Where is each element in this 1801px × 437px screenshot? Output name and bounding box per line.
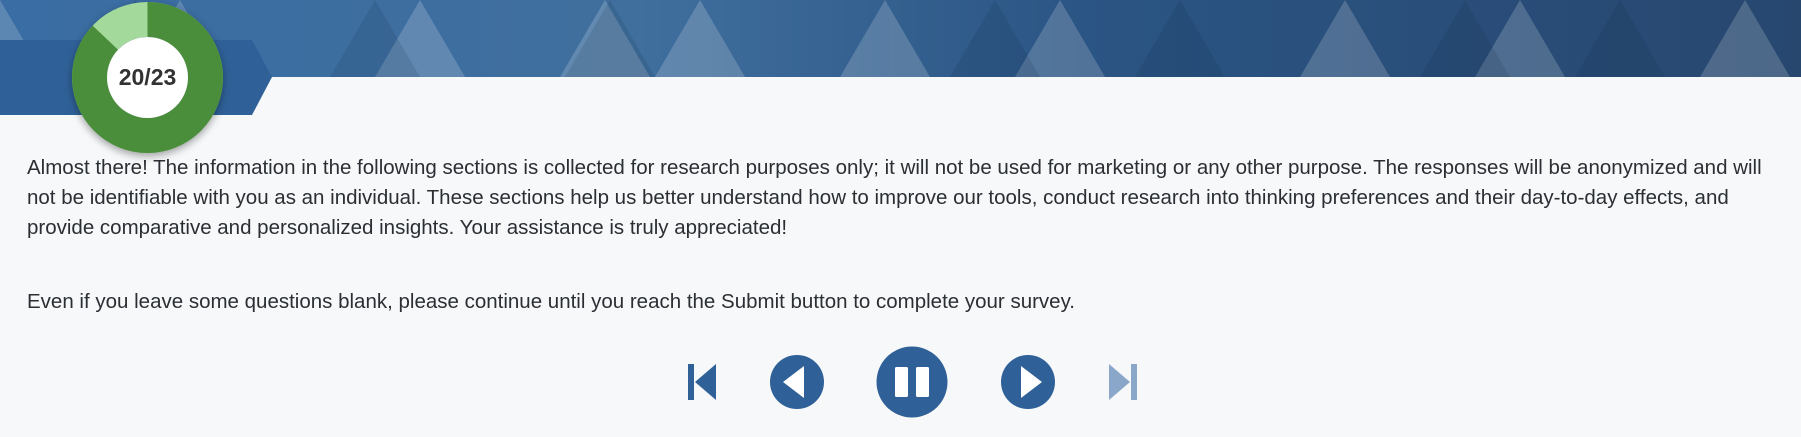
previous-icon: [770, 355, 824, 409]
progress-label: 20/23: [118, 64, 177, 90]
intro-paragraph: Almost there! The information in the fol…: [27, 156, 1762, 239]
next-icon: [1001, 355, 1055, 409]
previous-button[interactable]: [769, 354, 825, 410]
skip-to-end-icon: [1109, 364, 1137, 400]
instruction-note: Even if you leave some questions blank, …: [27, 290, 1076, 313]
first-page-button[interactable]: [686, 362, 718, 402]
next-button[interactable]: [1000, 354, 1056, 410]
last-page-button[interactable]: [1107, 362, 1139, 402]
skip-to-start-icon: [688, 364, 716, 400]
survey-navigation: [0, 340, 1801, 420]
pause-button[interactable]: [876, 346, 948, 418]
pause-icon: [876, 346, 948, 418]
